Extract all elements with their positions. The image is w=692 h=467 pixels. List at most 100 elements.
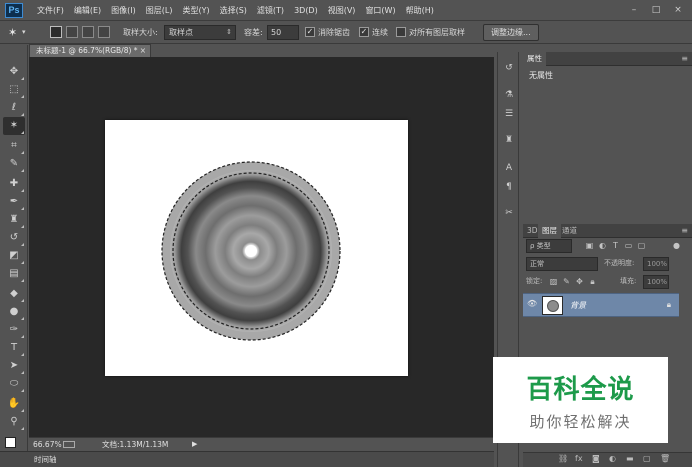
zoom-level[interactable]: 66.67% [33, 438, 62, 451]
lasso-tool[interactable]: ℓ [3, 99, 25, 117]
sample-size-dropdown[interactable]: 取样点 ⇕ [164, 25, 236, 40]
eyedropper-tool[interactable]: ✎ [3, 155, 25, 173]
sample-all-layers-checkbox[interactable] [396, 27, 406, 37]
brush-tool[interactable]: ✒ [3, 193, 25, 211]
clone-stamp-tool[interactable]: ♜ [3, 211, 25, 229]
eraser-tool-icon: ◩ [9, 250, 19, 261]
menu-help[interactable]: 帮助(H) [401, 0, 439, 21]
filter-pixel-icon[interactable]: ▣ [584, 239, 595, 253]
document-canvas[interactable] [105, 120, 408, 376]
tab-properties[interactable]: 属性 [523, 52, 546, 66]
hand-tool[interactable]: ✋ [3, 395, 25, 413]
paragraph-panel-icon[interactable]: ¶ [501, 179, 517, 195]
layer-visibility-icon[interactable]: 👁︎ [527, 299, 537, 308]
ellipse-tool[interactable]: ⬭ [3, 375, 25, 393]
fill-input[interactable]: 100% [643, 275, 669, 289]
layer-row-background[interactable]: 👁︎ 背景 🔒︎ [523, 293, 679, 317]
gradient-tool[interactable]: ▤ [3, 265, 25, 283]
layer-filter-dropdown[interactable]: ρ 类型 [526, 239, 572, 253]
layer-style-icon[interactable]: fx [575, 454, 583, 463]
menu-3d[interactable]: 3D(D) [289, 0, 323, 21]
preset-chevron-icon[interactable]: ▾ [22, 21, 26, 44]
eraser-tool[interactable]: ◩ [3, 247, 25, 265]
crop-tool[interactable]: ⌗ [3, 137, 25, 155]
layer-name[interactable]: 背景 [570, 300, 586, 311]
filter-toggle-icon[interactable]: ● [671, 239, 682, 253]
filter-smart-object-icon[interactable]: ▢ [636, 239, 647, 253]
path-selection-tool[interactable]: ➤ [3, 357, 25, 375]
blend-mode-dropdown[interactable]: 正常 [526, 257, 598, 271]
add-mask-icon[interactable]: ◙ [592, 454, 600, 463]
menu-window[interactable]: 窗口(W) [360, 0, 400, 21]
filter-adjustment-icon[interactable]: ◐ [597, 239, 608, 253]
dodge-tool[interactable]: ● [3, 303, 25, 321]
tool-flyout-indicator [21, 409, 24, 412]
tool-flyout-indicator [21, 131, 24, 134]
refine-edge-button[interactable]: 调整边缘... [483, 24, 539, 41]
close-button[interactable]: × [669, 4, 687, 17]
antialias-checkbox[interactable]: ✓ [305, 27, 315, 37]
filter-shape-icon[interactable]: ▭ [623, 239, 634, 253]
document-tab[interactable]: 未标题-1 @ 66.7%(RGB/8) * × [29, 44, 151, 57]
tolerance-input[interactable]: 50 [267, 25, 299, 40]
history-panel-icon[interactable]: ↺ [501, 60, 517, 76]
opacity-input[interactable]: 100% [643, 257, 669, 271]
marquee-tool[interactable]: ⬚ [3, 81, 25, 99]
contiguous-checkbox[interactable]: ✓ [359, 27, 369, 37]
close-tab-icon[interactable]: × [140, 45, 146, 57]
menu-file[interactable]: 文件(F) [32, 0, 69, 21]
clone-source-panel-icon[interactable]: ♜ [501, 132, 517, 148]
lock-all-icon[interactable]: 🔒︎ [587, 275, 598, 289]
disc-center [245, 245, 257, 257]
menu-select[interactable]: 选择(S) [215, 0, 252, 21]
new-layer-icon[interactable]: ▢ [643, 454, 651, 463]
type-tool[interactable]: T [3, 339, 25, 357]
properties-panel: 属性 ≡ 无属性 [523, 52, 692, 222]
menu-image[interactable]: 图像(I) [106, 0, 141, 21]
history-brush-tool[interactable]: ↺ [3, 229, 25, 247]
foreground-color-swatch[interactable] [5, 437, 16, 448]
menu-layer[interactable]: 图层(L) [141, 0, 178, 21]
menu-view[interactable]: 视图(V) [323, 0, 361, 21]
status-icon[interactable] [63, 441, 75, 448]
lock-position-icon[interactable]: ✥ [574, 275, 585, 289]
magic-wand-preset-icon[interactable]: ✶ [8, 21, 17, 44]
restore-button[interactable]: □ [647, 4, 665, 17]
add-to-selection-button[interactable] [66, 26, 78, 38]
canvas-workspace[interactable] [29, 57, 494, 437]
status-menu-arrow-icon[interactable]: ▶ [192, 438, 197, 451]
layers-menu-icon[interactable]: ≡ [681, 224, 688, 237]
new-group-icon[interactable]: ▬ [626, 454, 634, 463]
tool-presets-panel-icon[interactable]: ✂ [501, 205, 517, 221]
healing-brush-tool[interactable]: ✚ [3, 175, 25, 193]
lock-pixels-icon[interactable]: ✎ [561, 275, 572, 289]
filter-type-icon[interactable]: T [610, 239, 621, 253]
adjustment-layer-icon[interactable]: ◐ [609, 454, 616, 463]
pen-tool[interactable]: ✑ [3, 321, 25, 339]
move-tool[interactable]: ✥ [3, 63, 25, 81]
move-tool-icon: ✥ [9, 66, 19, 77]
menu-type[interactable]: 类型(Y) [177, 0, 214, 21]
hand-tool-icon: ✋ [7, 398, 21, 409]
minimize-button[interactable]: – [625, 4, 643, 17]
tool-flyout-indicator [21, 189, 24, 192]
subtract-from-selection-button[interactable] [82, 26, 94, 38]
new-selection-button[interactable] [50, 26, 62, 38]
timeline-label[interactable]: 时间轴 [34, 452, 57, 467]
character-panel-icon[interactable]: A [501, 160, 517, 176]
actions-panel-icon[interactable]: ⚗ [501, 87, 517, 103]
zoom-tool[interactable]: ⚲ [3, 413, 25, 431]
magic-wand-tool[interactable]: ✶ [3, 117, 25, 135]
lock-transparent-icon[interactable]: ▨ [548, 275, 559, 289]
marquee-tool-icon: ⬚ [9, 84, 19, 95]
timeline-bar[interactable]: 时间轴 [0, 451, 494, 467]
intersect-selection-button[interactable] [98, 26, 110, 38]
blur-tool[interactable]: ◆ [3, 285, 25, 303]
tab-channels[interactable]: 通道 [558, 224, 581, 238]
menu-filter[interactable]: 滤镜(T) [252, 0, 289, 21]
adjustments-panel-icon[interactable]: ☰ [501, 106, 517, 122]
link-layers-icon[interactable]: ⛓ [558, 454, 568, 463]
delete-layer-icon[interactable]: 🗑︎ [660, 454, 670, 463]
menu-edit[interactable]: 编辑(E) [69, 0, 106, 21]
properties-menu-icon[interactable]: ≡ [681, 52, 688, 65]
